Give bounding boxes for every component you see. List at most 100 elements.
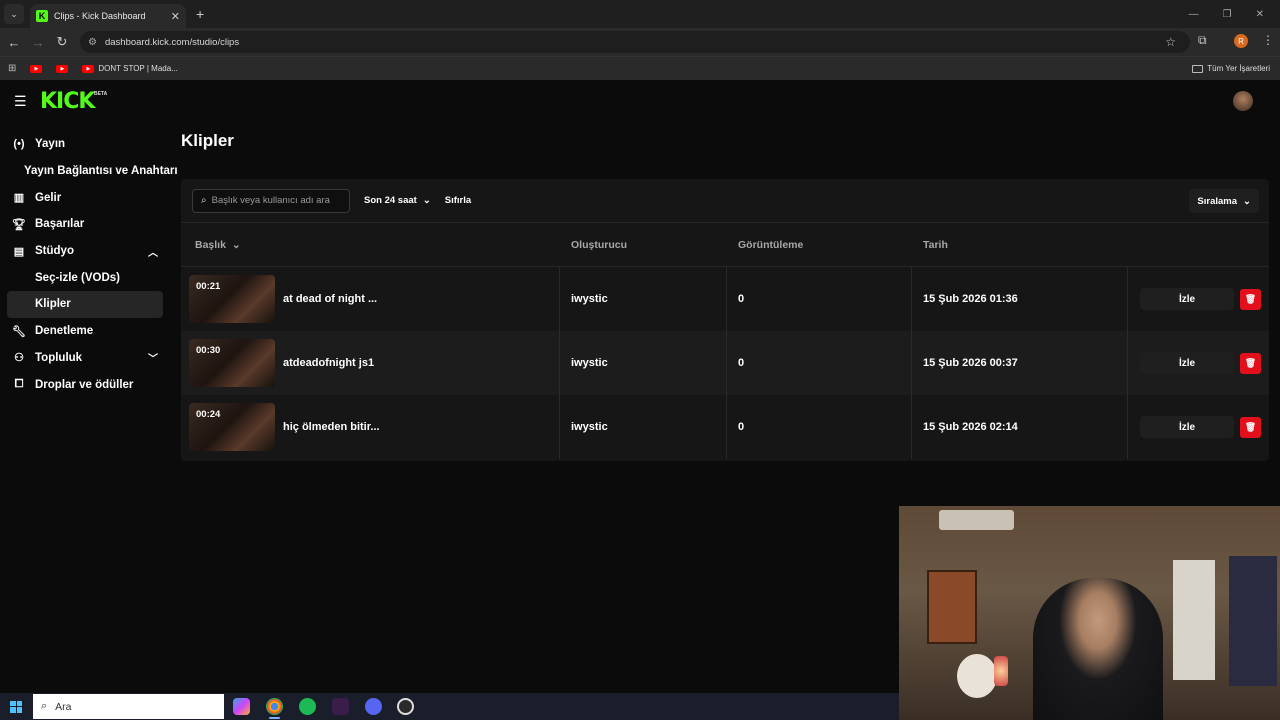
profile-avatar[interactable]: R bbox=[1234, 34, 1248, 48]
window-controls: — ❐ ✕ bbox=[1189, 9, 1280, 20]
url-field[interactable]: ⚙ dashboard.kick.com/studio/clips ☆ bbox=[80, 31, 1190, 53]
time-filter-dropdown[interactable]: Son 24 saat ⌄ bbox=[364, 195, 431, 206]
bookmark-star-icon[interactable]: ☆ bbox=[1165, 35, 1176, 49]
spotify-icon[interactable] bbox=[299, 698, 316, 715]
table-row: 00:24 hiç ölmeden bitir... iwystic 0 15 … bbox=[181, 395, 1269, 459]
sidebar-item-label: Yayın bbox=[35, 138, 66, 151]
reset-button[interactable]: Sıfırla bbox=[445, 195, 471, 206]
webcam-door bbox=[1229, 556, 1277, 686]
studio-icon: ▤ bbox=[13, 245, 25, 258]
chevron-down-icon: ⌄ bbox=[422, 195, 431, 206]
search-input[interactable]: ⌕ Başlık veya kullanıcı adı ara bbox=[192, 188, 350, 213]
watch-button[interactable]: İzle bbox=[1140, 352, 1234, 374]
reload-icon[interactable]: ↻ bbox=[50, 34, 74, 50]
clip-title[interactable]: hiç ölmeden bitir... bbox=[283, 421, 380, 433]
new-tab-button[interactable]: + bbox=[196, 6, 204, 22]
clip-actions: İzle 🗑︎ bbox=[1128, 331, 1269, 395]
bookmarks-bar: ⊞ ▶ ▶ ▶ DONT STOP | Mada... Tüm Yer İşar… bbox=[0, 56, 1280, 80]
chrome-icon[interactable] bbox=[266, 698, 283, 719]
sidebar-item-stream-key[interactable]: Yayın Bağlantısı ve Anahtarı bbox=[0, 158, 178, 185]
beta-badge: BETA bbox=[94, 91, 108, 97]
sidebar-item-gelir[interactable]: ▥ Gelir bbox=[0, 184, 172, 211]
delete-button[interactable]: 🗑︎ bbox=[1240, 416, 1261, 438]
all-bookmarks-folder[interactable]: Tüm Yer İşaretleri bbox=[1192, 64, 1270, 73]
clip-date: 15 Şub 2026 00:37 bbox=[912, 331, 1128, 395]
youtube-icon[interactable]: ▶ bbox=[56, 64, 69, 73]
browser-tab-bar: ⌄ K Clips - Kick Dashboard ✕ + — ❐ ✕ bbox=[0, 0, 1280, 28]
restore-icon[interactable]: ❐ bbox=[1223, 9, 1232, 20]
sidebar-item-vods[interactable]: Seç-izle (VODs) bbox=[0, 264, 172, 291]
webcam-lamp bbox=[994, 656, 1008, 686]
search-icon: ⌕ bbox=[41, 700, 48, 712]
tab-search-button[interactable]: ⌄ bbox=[4, 4, 24, 24]
back-icon[interactable]: ← bbox=[2, 35, 26, 50]
close-tab-icon[interactable]: ✕ bbox=[171, 10, 180, 23]
clip-duration: 00:24 bbox=[196, 409, 221, 420]
copilot-icon[interactable] bbox=[233, 698, 250, 715]
discord-icon[interactable] bbox=[365, 698, 382, 715]
folder-icon bbox=[1192, 64, 1204, 73]
sidebar-item-basarilar[interactable]: 🏆︎ Başarılar bbox=[0, 211, 172, 238]
table-header: Başlık ⌄ Oluşturucu Görüntüleme Tarih bbox=[181, 223, 1269, 267]
chevron-down-icon[interactable]: ﹀ bbox=[148, 350, 158, 365]
sidebar-item-label: Seç-izle (VODs) bbox=[35, 271, 120, 284]
clip-creator: iwystic bbox=[560, 267, 727, 331]
apps-grid-icon[interactable]: ⊞ bbox=[8, 63, 16, 74]
windows-start-icon[interactable] bbox=[10, 700, 22, 713]
forward-icon[interactable]: → bbox=[26, 35, 50, 50]
column-header-date: Tarih bbox=[923, 238, 948, 251]
webcam-overlay bbox=[899, 506, 1280, 720]
menu-icon[interactable]: ☰ bbox=[14, 93, 27, 110]
sidebar-item-klipler[interactable]: Klipler bbox=[7, 291, 163, 318]
clip-actions: İzle 🗑︎ bbox=[1128, 395, 1269, 459]
watch-button[interactable]: İzle bbox=[1140, 288, 1234, 310]
youtube-icon[interactable]: ▶ bbox=[30, 64, 43, 73]
clip-thumbnail[interactable]: 00:24 bbox=[189, 403, 275, 451]
clip-title[interactable]: at dead of night ... bbox=[283, 293, 377, 305]
chevron-down-icon: ⌄ bbox=[1243, 195, 1251, 207]
clip-thumbnail[interactable]: 00:21 bbox=[189, 275, 275, 323]
main-content: Klipler ⌕ Başlık veya kullanıcı adı ara … bbox=[181, 131, 1269, 461]
clip-title-cell: 00:24 hiç ölmeden bitir... bbox=[181, 395, 560, 459]
sidebar-item-topluluk[interactable]: ⚇ Topluluk ﹀ bbox=[0, 345, 172, 372]
obs-icon[interactable] bbox=[397, 698, 414, 715]
sidebar-item-label: Gelir bbox=[35, 191, 62, 204]
sidebar-item-label: Başarılar bbox=[35, 218, 85, 231]
delete-button[interactable]: 🗑︎ bbox=[1240, 288, 1261, 310]
clip-thumbnail[interactable]: 00:30 bbox=[189, 339, 275, 387]
url-text: dashboard.kick.com/studio/clips bbox=[104, 36, 240, 48]
close-window-icon[interactable]: ✕ bbox=[1256, 9, 1264, 20]
sidebar-item-droplar[interactable]: ⧠ Droplar ve ödüller bbox=[0, 371, 172, 398]
taskbar-search-input[interactable]: ⌕ Ara bbox=[33, 694, 224, 719]
clip-title[interactable]: atdeadofnight js1 bbox=[283, 357, 374, 369]
taskbar-search-placeholder: Ara bbox=[55, 700, 72, 713]
chevron-down-icon: ⌄ bbox=[231, 238, 241, 251]
youtube-icon[interactable]: ▶ bbox=[82, 64, 95, 73]
extensions-icon[interactable]: ⧉ bbox=[1198, 33, 1207, 48]
watch-button[interactable]: İzle bbox=[1140, 416, 1234, 438]
video-editor-icon[interactable] bbox=[332, 698, 349, 715]
browser-tab[interactable]: K Clips - Kick Dashboard ✕ bbox=[30, 4, 186, 28]
kick-logo[interactable]: KICK bbox=[40, 89, 95, 114]
browser-menu-icon[interactable]: ⋮ bbox=[1262, 33, 1274, 47]
webcam-shelf bbox=[1173, 560, 1215, 680]
sidebar-item-yayin[interactable]: (•) Yayın bbox=[0, 131, 172, 158]
sidebar-item-denetleme[interactable]: 🔧︎ Denetleme bbox=[0, 318, 172, 345]
column-header-title[interactable]: Başlık ⌄ bbox=[181, 239, 560, 251]
tab-title: Clips - Kick Dashboard bbox=[54, 11, 146, 21]
sidebar-item-studyo[interactable]: ▤ Stüdyo ︿ bbox=[0, 238, 172, 265]
trash-icon: 🗑︎ bbox=[1244, 421, 1257, 432]
trash-icon: 🗑︎ bbox=[1244, 357, 1257, 368]
sort-label: Sıralama bbox=[1197, 195, 1238, 207]
site-info-icon[interactable]: ⚙ bbox=[88, 37, 97, 48]
clip-date: 15 Şub 2026 02:14 bbox=[912, 395, 1128, 459]
minimize-icon[interactable]: — bbox=[1189, 9, 1199, 20]
user-avatar[interactable] bbox=[1233, 91, 1253, 111]
bookmark-label[interactable]: DONT STOP | Mada... bbox=[98, 64, 177, 73]
sort-dropdown[interactable]: Sıralama ⌄ bbox=[1189, 189, 1259, 213]
sidebar: (•) Yayın Yayın Bağlantısı ve Anahtarı ▥… bbox=[0, 131, 178, 398]
delete-button[interactable]: 🗑︎ bbox=[1240, 352, 1261, 374]
top-navbar: ☰ KICK BETA bbox=[0, 81, 1280, 121]
chevron-up-icon[interactable]: ︿ bbox=[148, 244, 158, 259]
clip-actions: İzle 🗑︎ bbox=[1128, 267, 1269, 331]
